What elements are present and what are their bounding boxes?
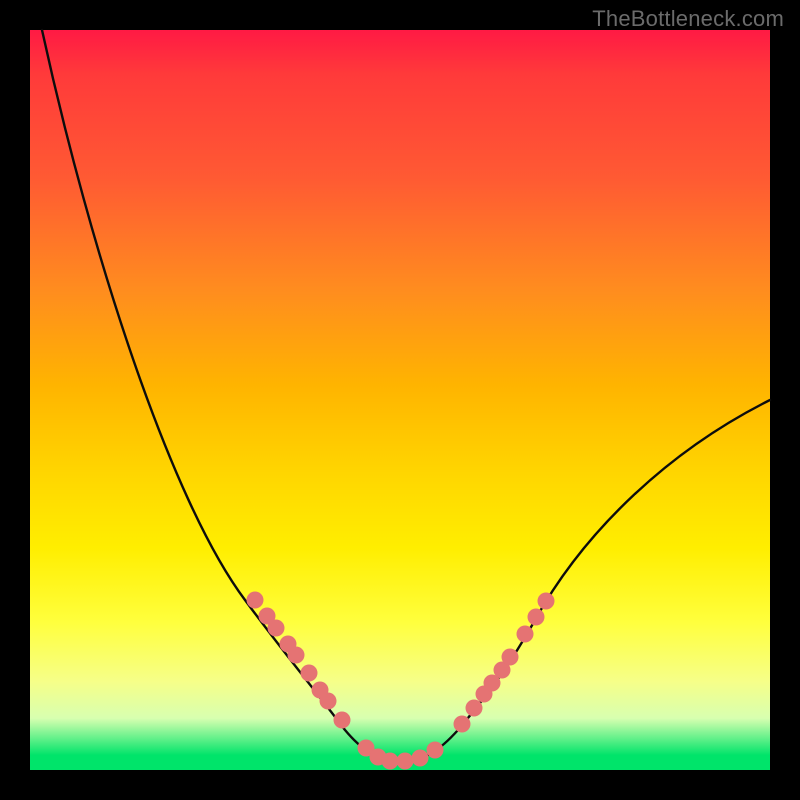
curve-marker (412, 750, 429, 767)
curve-marker (334, 712, 351, 729)
curve-marker (517, 626, 534, 643)
bottleneck-curve (42, 30, 770, 761)
curve-marker (454, 716, 471, 733)
curve-marker (538, 593, 555, 610)
curve-markers (247, 592, 555, 770)
curve-marker (247, 592, 264, 609)
curve-layer (30, 30, 770, 770)
curve-marker (397, 753, 414, 770)
curve-marker (320, 693, 337, 710)
curve-marker (427, 742, 444, 759)
curve-marker (382, 753, 399, 770)
chart-frame: TheBottleneck.com (0, 0, 800, 800)
curve-marker (528, 609, 545, 626)
curve-marker (466, 700, 483, 717)
curve-marker (268, 620, 285, 637)
plot-area (30, 30, 770, 770)
watermark-text: TheBottleneck.com (592, 6, 784, 32)
curve-marker (288, 647, 305, 664)
curve-marker (502, 649, 519, 666)
curve-marker (301, 665, 318, 682)
